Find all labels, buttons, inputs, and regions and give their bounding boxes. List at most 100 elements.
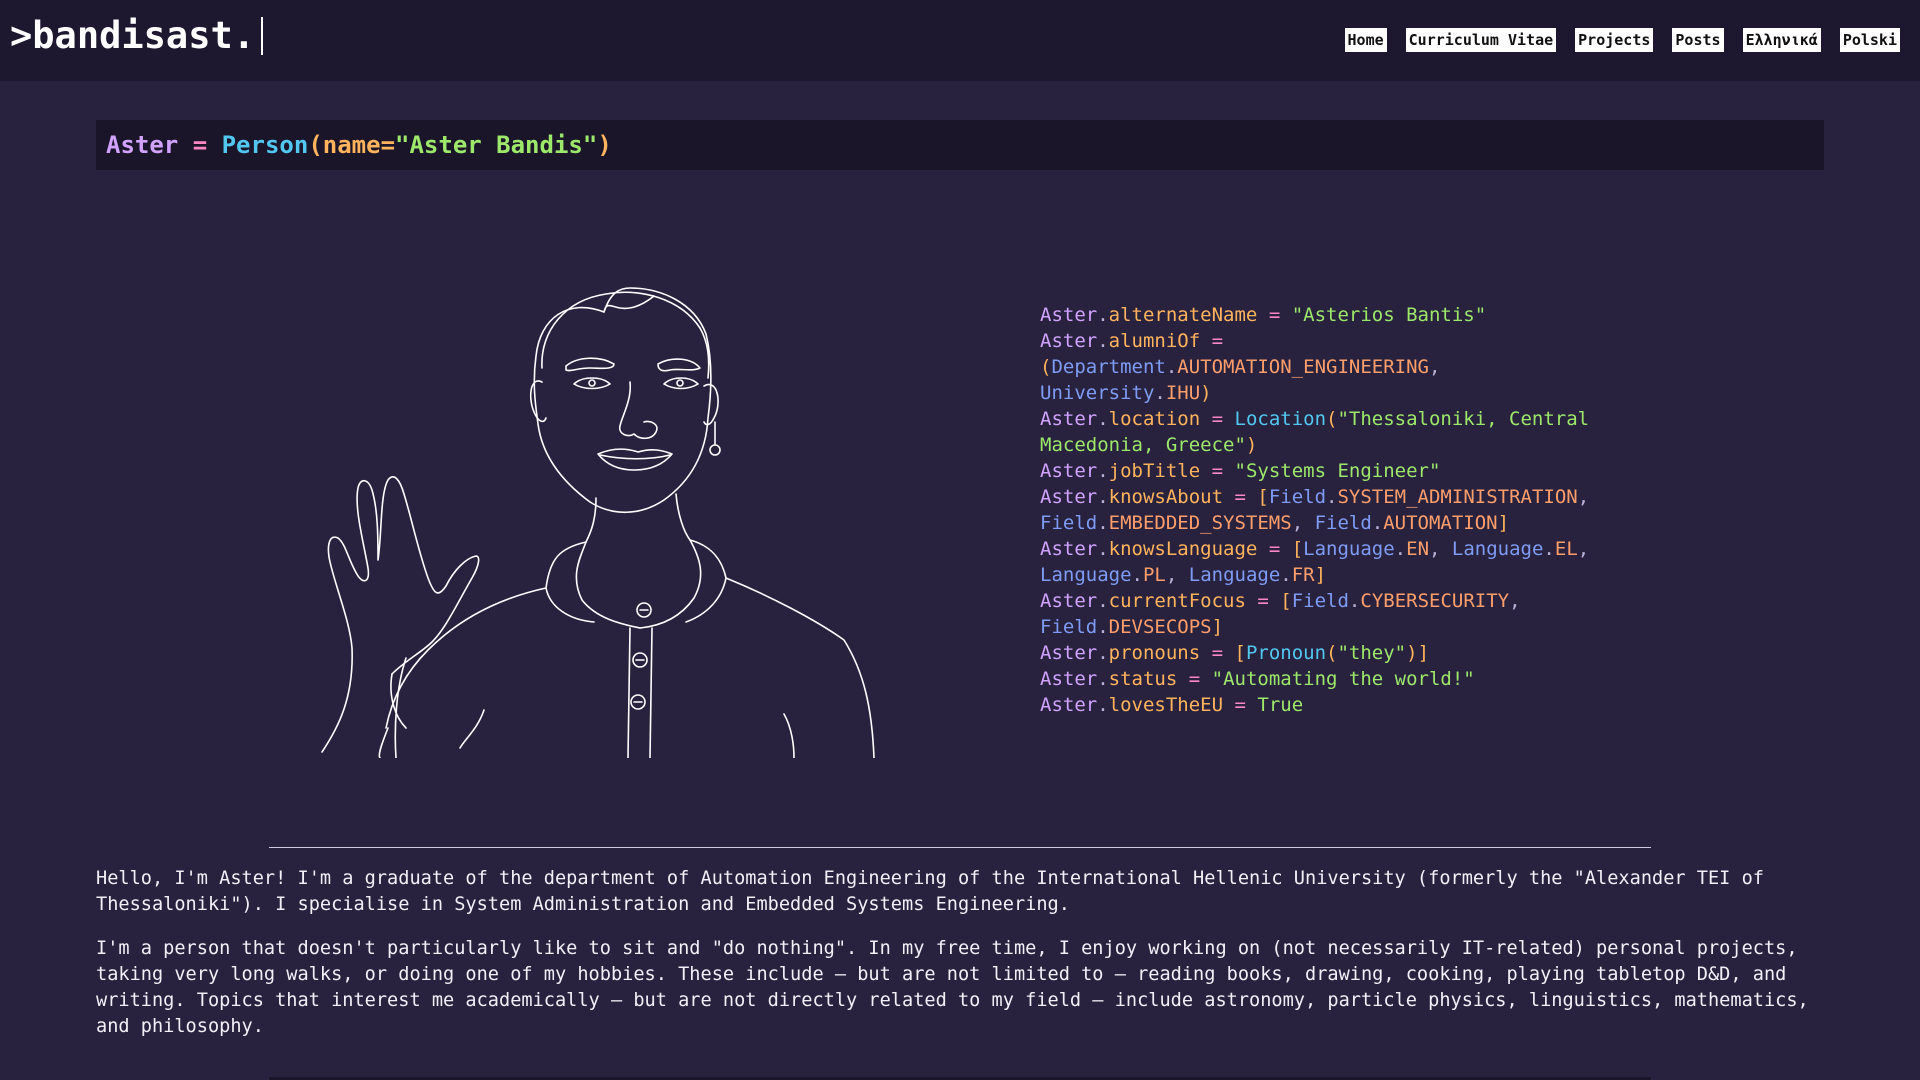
code-line-location: Aster.location = Location("Thessaloniki,…: [1040, 406, 1630, 458]
about-section: Hello, I'm Aster! I'm a graduate of the …: [96, 866, 1826, 1058]
code-line-knows-language: Aster.knowsLanguage = [Language.EN, Lang…: [1040, 536, 1630, 588]
code-line-alumni-of: Aster.alumniOf = (Department.AUTOMATION_…: [1040, 328, 1630, 406]
code-sep: ,: [1428, 356, 1452, 378]
code-dot: .: [1543, 538, 1555, 560]
code-line-knows-about: Aster.knowsAbout = [Field.SYSTEM_ADMINIS…: [1040, 484, 1630, 536]
code-dot: .: [1348, 590, 1361, 612]
code-value: "they": [1337, 642, 1407, 664]
code-namespace: Language: [1303, 538, 1395, 560]
code-dot: .: [1097, 616, 1109, 638]
portrait-illustration: [321, 287, 875, 758]
code-bracket: [: [1280, 590, 1292, 612]
code-object: Aster: [1040, 590, 1098, 612]
code-paren: (: [1326, 408, 1338, 430]
code-object: Aster: [1040, 408, 1098, 430]
code-attr: status: [1108, 668, 1178, 690]
code-line-job-title: Aster.jobTitle = "Systems Engineer": [1040, 458, 1630, 484]
code-line-current-focus: Aster.currentFocus = [Field.CYBERSECURIT…: [1040, 588, 1630, 640]
code-eq: =: [1200, 330, 1235, 352]
code-dot: .: [1097, 304, 1109, 326]
nav-curriculum-vitae[interactable]: Curriculum Vitae: [1405, 28, 1557, 52]
code-object: Aster: [1040, 694, 1098, 716]
code-namespace: Language: [1188, 564, 1281, 586]
code-dot: .: [1097, 486, 1109, 508]
nav-polish[interactable]: Polski: [1839, 28, 1900, 52]
code-paren: ): [1406, 642, 1418, 664]
code-eq: =: [1245, 590, 1281, 612]
code-value: "Automating the world!": [1211, 668, 1475, 690]
code-sep: ,: [1509, 590, 1532, 612]
title-keyword: name=: [322, 131, 396, 159]
code-paren: ): [1200, 382, 1212, 404]
code-enum: FR: [1291, 564, 1315, 586]
title-string: "Aster Bandis": [395, 131, 598, 159]
code-sep: ,: [1577, 486, 1601, 508]
code-enum: IHU: [1165, 382, 1201, 404]
code-dot: .: [1394, 538, 1407, 560]
code-eq: =: [1223, 486, 1258, 508]
code-line-status: Aster.status = "Automating the world!": [1040, 666, 1630, 692]
code-object: Aster: [1040, 330, 1098, 352]
code-enum: SYSTEM_ADMINISTRATION: [1337, 486, 1578, 508]
code-object: Aster: [1040, 304, 1098, 326]
code-sep: ,: [1291, 512, 1315, 534]
code-attr: knowsLanguage: [1108, 538, 1258, 560]
code-dot: .: [1097, 460, 1109, 482]
code-attr: jobTitle: [1108, 460, 1201, 482]
code-dot: .: [1097, 642, 1109, 664]
code-dot: .: [1097, 512, 1109, 534]
code-sep: ,: [1429, 538, 1452, 560]
code-eq: =: [1177, 668, 1212, 690]
code-value: "Systems Engineer": [1234, 460, 1441, 482]
code-class: Location: [1234, 408, 1327, 430]
site-logo[interactable]: >bandisast.: [10, 14, 264, 57]
code-dot: .: [1165, 356, 1178, 378]
code-bracket: ]: [1417, 642, 1430, 664]
code-object: Aster: [1040, 668, 1098, 690]
nav-posts[interactable]: Posts: [1672, 28, 1724, 52]
title-class: Person: [221, 131, 309, 159]
code-object: Aster: [1040, 486, 1098, 508]
code-dot: .: [1097, 408, 1109, 430]
code-namespace: University: [1040, 382, 1155, 404]
cursor-icon: [261, 16, 264, 55]
code-enum: EN: [1406, 538, 1430, 560]
code-attr: currentFocus: [1108, 590, 1246, 612]
code-enum: EMBEDDED_SYSTEMS: [1108, 512, 1292, 534]
code-sep: ,: [1165, 564, 1189, 586]
code-eq: =: [1257, 538, 1292, 560]
code-namespace: Field: [1268, 486, 1327, 508]
code-enum: AUTOMATION: [1383, 512, 1498, 534]
about-paragraph-2: I'm a person that doesn't particularly l…: [96, 938, 1809, 1037]
code-enum: PL: [1142, 564, 1166, 586]
code-object: Aster: [1040, 460, 1098, 482]
nav-home[interactable]: Home: [1344, 28, 1387, 52]
nav-greek[interactable]: Ελληνικά: [1742, 28, 1821, 52]
brand-text[interactable]: >bandisast.: [10, 14, 255, 57]
code-line-pronouns: Aster.pronouns = [Pronoun("they")]: [1040, 640, 1630, 666]
code-dot: .: [1154, 382, 1166, 404]
code-dot: .: [1131, 564, 1143, 586]
code-namespace: Department: [1051, 356, 1166, 378]
nav-projects[interactable]: Projects: [1575, 28, 1654, 52]
code-paren: ): [1245, 434, 1258, 456]
title-close-paren: ): [597, 131, 612, 159]
code-eq: =: [1200, 642, 1235, 664]
code-eq: =: [1200, 408, 1235, 430]
code-namespace: Field: [1314, 512, 1372, 534]
section-divider: [269, 847, 1651, 848]
code-bracket: ]: [1314, 564, 1327, 586]
code-namespace: Language: [1040, 564, 1132, 586]
code-namespace: Field: [1291, 590, 1349, 612]
code-object: Aster: [1040, 538, 1098, 560]
code-eq: =: [1223, 694, 1258, 716]
code-paren: (: [1040, 356, 1052, 378]
site-header: >bandisast. Home Curriculum Vitae Projec…: [0, 0, 1920, 81]
code-enum: EL: [1554, 538, 1578, 560]
code-dot: .: [1097, 538, 1109, 560]
code-enum: CYBERSECURITY: [1360, 590, 1510, 612]
code-attr: alumniOf: [1108, 330, 1201, 352]
code-paren: (: [1326, 642, 1338, 664]
code-dot: .: [1097, 590, 1109, 612]
code-dot: .: [1097, 330, 1109, 352]
